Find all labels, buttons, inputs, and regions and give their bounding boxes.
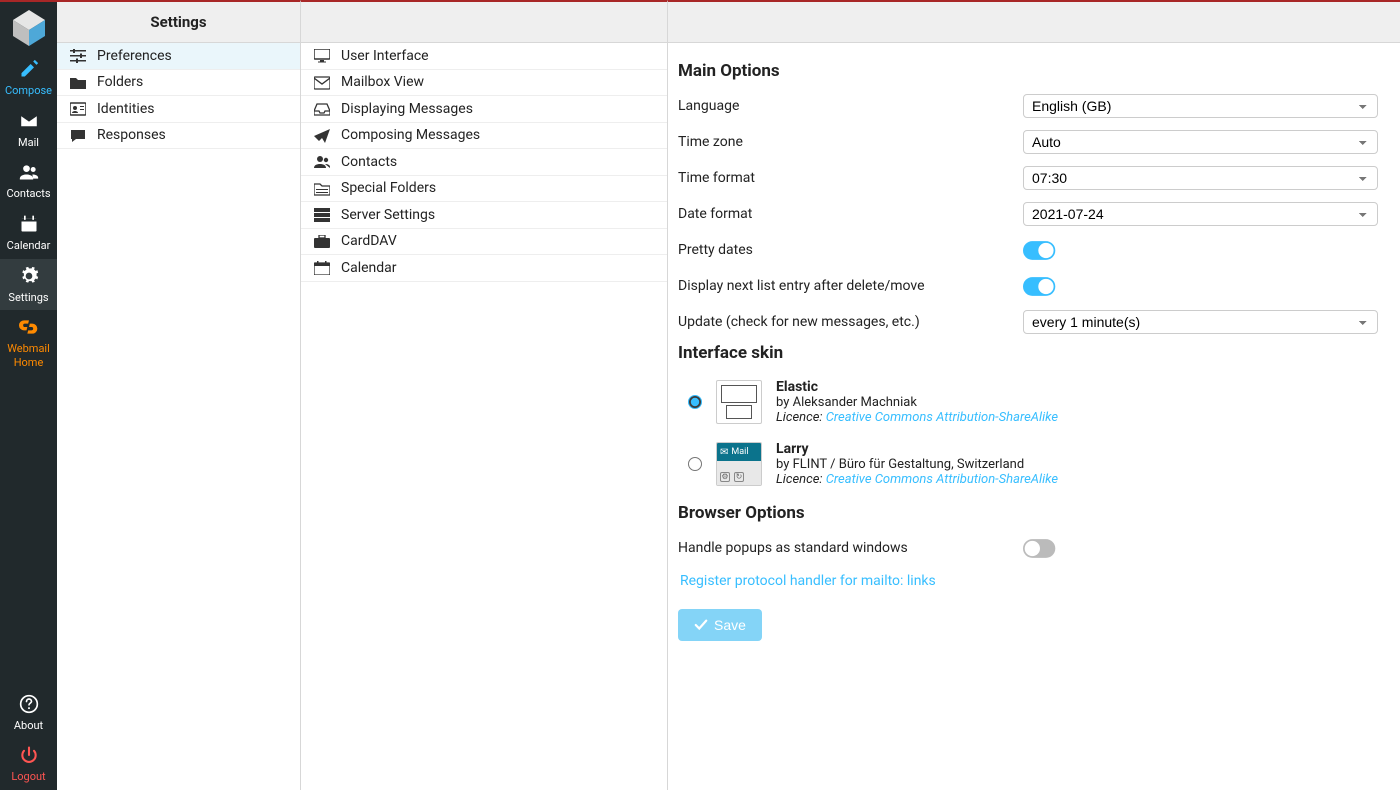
cpanel-icon [0,317,57,340]
users-icon [313,154,331,170]
settings-panel-header: Settings [57,2,300,43]
skin-author: by FLINT / Büro für Gestaltung, Switzerl… [776,457,1058,472]
calendar-icon [0,214,57,237]
desktop-icon [313,48,331,64]
language-select[interactable]: English (GB) [1023,94,1378,118]
section-displaying-messages[interactable]: Displaying Messages [301,96,667,123]
content-panel: Main Options Language English (GB) Time … [668,0,1400,790]
settings-item-identities[interactable]: Identities [57,96,300,123]
pretty-dates-toggle[interactable] [1023,241,1055,260]
section-composing-messages[interactable]: Composing Messages [301,123,667,150]
section-label: Calendar [341,260,397,276]
pretty-dates-label: Pretty dates [678,242,1023,258]
section-label: User Interface [341,48,429,64]
rail-contacts[interactable]: Contacts [0,155,57,207]
timezone-label: Time zone [678,134,1023,150]
update-select[interactable]: every 1 minute(s) [1023,310,1378,334]
folder-special-icon [313,180,331,196]
section-label: Displaying Messages [341,101,473,117]
rail-settings[interactable]: Settings [0,259,57,311]
settings-item-folders[interactable]: Folders [57,70,300,97]
settings-item-label: Responses [97,127,166,143]
section-user-interface[interactable]: User Interface [301,43,667,70]
settings-item-label: Folders [97,74,143,90]
skin-author: by Aleksander Machniak [776,395,1058,410]
rail-mail[interactable]: Mail [0,104,57,156]
rail-webmail-home[interactable]: Webmail Home [0,310,57,375]
section-label: Server Settings [341,207,435,223]
envelope-icon [313,74,331,90]
rail-calendar[interactable]: Calendar [0,207,57,259]
settings-categories-panel: Settings Preferences Folders Identities … [57,0,301,790]
timeformat-label: Time format [678,170,1023,186]
interface-skin-heading: Interface skin [678,343,1378,363]
nav-rail: Compose Mail Contacts Calendar Settings … [0,0,57,790]
section-carddav[interactable]: CardDAV [301,229,667,256]
skin-name: Elastic [776,379,1058,395]
contacts-icon [0,162,57,185]
skin-licence-link[interactable]: Creative Commons Attribution-ShareAlike [826,472,1058,487]
paper-plane-icon [313,127,331,143]
browser-options-heading: Browser Options [678,503,1378,523]
settings-item-preferences[interactable]: Preferences [57,43,300,70]
next-entry-label: Display next list entry after delete/mov… [678,278,1023,294]
app-logo [9,8,49,48]
skin-radio-larry[interactable] [688,457,702,471]
rail-compose[interactable]: Compose [0,52,57,104]
preference-sections-list: User Interface Mailbox View Displaying M… [301,43,667,282]
skin-licence-link[interactable]: Creative Commons Attribution-ShareAlike [826,410,1058,425]
dateformat-label: Date format [678,206,1023,222]
rail-logout[interactable]: Logout [0,738,57,790]
settings-item-label: Preferences [97,48,172,64]
update-label: Update (check for new messages, etc.) [678,314,1023,330]
server-icon [313,207,331,223]
section-label: Contacts [341,154,397,170]
skin-name: Larry [776,441,1058,457]
dateformat-select[interactable]: 2021-07-24 [1023,202,1378,226]
section-label: Special Folders [341,180,436,196]
section-contacts[interactable]: Contacts [301,149,667,176]
compose-icon [0,59,57,82]
section-mailbox-view[interactable]: Mailbox View [301,70,667,97]
skin-thumb-larry: Mail ⚙↻ [716,442,762,486]
mailto-handler-link[interactable]: Register protocol handler for mailto: li… [680,573,936,589]
preference-sections-panel: User Interface Mailbox View Displaying M… [301,0,668,790]
section-server-settings[interactable]: Server Settings [301,202,667,229]
main-options-heading: Main Options [678,61,1378,81]
mail-icon [0,111,57,134]
question-icon [0,694,57,717]
content-panel-header [668,2,1400,43]
timezone-select[interactable]: Auto [1023,130,1378,154]
section-label: Composing Messages [341,127,480,143]
popups-toggle[interactable] [1023,539,1055,558]
sliders-icon [69,48,87,64]
skin-option-larry[interactable]: Mail ⚙↻ Larry by FLINT / Büro für Gestal… [678,435,1378,497]
power-icon [0,745,57,768]
rail-about[interactable]: About [0,687,57,739]
folder-icon [69,74,87,90]
section-label: Mailbox View [341,74,424,90]
section-special-folders[interactable]: Special Folders [301,176,667,203]
settings-item-label: Identities [97,101,154,117]
skin-thumb-elastic [716,380,762,424]
comment-icon [69,127,87,143]
settings-categories-list: Preferences Folders Identities Responses [57,43,300,149]
next-entry-toggle[interactable] [1023,277,1055,296]
settings-item-responses[interactable]: Responses [57,123,300,150]
skin-option-elastic[interactable]: Elastic by Aleksander Machniak Licence: … [678,373,1378,435]
popups-label: Handle popups as standard windows [678,540,1023,556]
gear-icon [0,266,57,289]
calendar-small-icon [313,260,331,276]
language-label: Language [678,98,1023,114]
sections-panel-header [301,2,667,43]
skin-radio-elastic[interactable] [688,395,702,409]
check-icon [694,618,708,632]
timeformat-select[interactable]: 07:30 [1023,166,1378,190]
section-label: CardDAV [341,233,397,249]
briefcase-icon [313,233,331,249]
save-button[interactable]: Save [678,609,762,641]
id-card-icon [69,101,87,117]
inbox-icon [313,101,331,117]
section-calendar[interactable]: Calendar [301,255,667,282]
